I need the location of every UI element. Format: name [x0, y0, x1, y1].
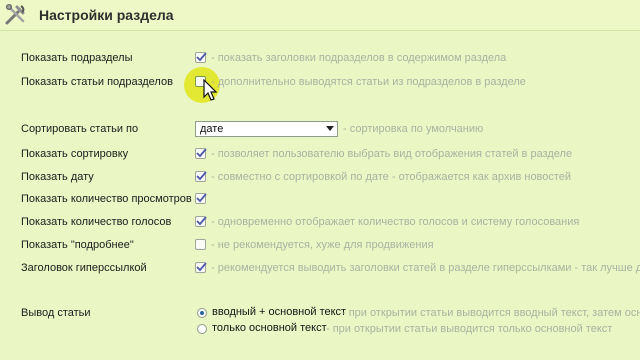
checkmark-icon [196, 148, 207, 158]
checkmark-icon [196, 52, 207, 62]
show-votes-hint: - одновременно отображает количество гол… [211, 216, 580, 228]
article-output-label: Вывод статьи [21, 307, 91, 319]
checkmark-icon [196, 262, 207, 272]
radio-intro-and-main-label[interactable]: вводный + основной текст [212, 306, 346, 318]
show-subsections-checkbox[interactable] [195, 52, 207, 63]
title-link-hint: - рекомендуется выводить заголовки стате… [211, 262, 640, 274]
setting-show-subsection-articles: Показать статьи подразделов - дополнител… [0, 73, 640, 93]
mouse-pointer-icon [203, 79, 217, 101]
radio-main-only-hint: - при открытии статьи выводится только о… [326, 323, 613, 335]
radio-main-only-label[interactable]: только основной текст [212, 322, 327, 334]
show-more-label: Показать "подробнее" [21, 239, 134, 251]
title-link-checkbox[interactable] [195, 262, 207, 273]
show-subsection-articles-hint: - дополнительно выводятся статьи из подр… [211, 76, 526, 88]
article-output-option-2: только основной текст - при открытии ста… [0, 320, 640, 340]
sort-hint: - сортировка по умолчанию [343, 123, 484, 135]
sort-select[interactable]: дате [195, 121, 338, 137]
checkmark-icon [196, 193, 207, 203]
show-subsections-hint: - показать заголовки подразделов в содер… [211, 52, 507, 64]
setting-show-subsections: Показать подразделы - показать заголовки… [0, 49, 640, 69]
show-views-checkbox[interactable] [195, 193, 207, 204]
show-sorting-label: Показать сортировку [21, 148, 129, 160]
chevron-down-icon [326, 126, 334, 131]
show-views-label: Показать количество просмотров [21, 193, 192, 205]
page-title: Настройки раздела [39, 7, 174, 23]
sort-articles-label: Сортировать статьи по [21, 123, 139, 135]
show-subsection-articles-label: Показать статьи подразделов [21, 76, 173, 88]
show-sorting-hint: - позволяет пользователю выбрать вид ото… [211, 148, 573, 160]
show-more-hint: - не рекомендуется, хуже для продвижения [211, 239, 434, 251]
show-more-checkbox[interactable] [195, 239, 206, 250]
show-sorting-checkbox[interactable] [195, 148, 207, 159]
setting-sort-articles: Сортировать статьи по дате - сортировка … [0, 120, 640, 140]
header: Настройки раздела [0, 0, 640, 31]
setting-show-sorting: Показать сортировку - позволяет пользова… [0, 145, 640, 165]
show-date-label: Показать дату [21, 171, 94, 183]
checkmark-icon [196, 216, 207, 226]
show-date-hint: - совместно с сортировкой по дате - отоб… [211, 171, 572, 183]
setting-show-more: Показать "подробнее" - не рекомендуется,… [0, 236, 640, 256]
tools-icon [3, 3, 27, 27]
radio-main-only[interactable] [197, 324, 207, 334]
setting-show-votes: Показать количество голосов - одновремен… [0, 213, 640, 233]
setting-show-date: Показать дату - совместно с сортировкой … [0, 168, 640, 188]
show-date-checkbox[interactable] [195, 171, 207, 182]
checkmark-icon [196, 171, 207, 181]
show-votes-label: Показать количество голосов [21, 216, 172, 228]
show-subsections-label: Показать подразделы [21, 52, 133, 64]
radio-intro-and-main-hint: - при открытии статьи выводится вводный … [342, 307, 640, 319]
sort-select-value: дате [200, 123, 224, 135]
title-link-label: Заголовок гиперссылкой [21, 262, 147, 274]
radio-intro-and-main[interactable] [197, 308, 207, 318]
show-votes-checkbox[interactable] [195, 216, 207, 227]
setting-title-link: Заголовок гиперссылкой - рекомендуется в… [0, 259, 640, 279]
setting-show-views: Показать количество просмотров [0, 190, 640, 210]
